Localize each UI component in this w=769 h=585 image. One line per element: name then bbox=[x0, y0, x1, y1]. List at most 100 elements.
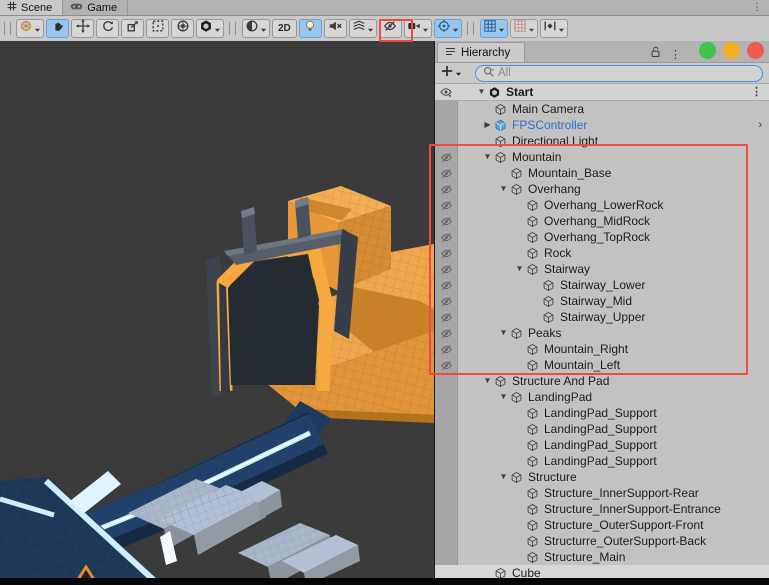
visibility-off-toggle[interactable] bbox=[435, 165, 457, 181]
tree-item-landingpad-support[interactable]: LandingPad_Support bbox=[435, 453, 769, 469]
snap-settings-button[interactable] bbox=[539, 19, 568, 38]
tab-hierarchy[interactable]: Hierarchy bbox=[437, 42, 526, 62]
tree-item-structure-outersupport-front[interactable]: Structure_OuterSupport-Front bbox=[435, 517, 769, 533]
tree-item-structure-innersupport-entrance[interactable]: Structure_InnerSupport-Entrance bbox=[435, 501, 769, 517]
tab-scene[interactable]: Scene bbox=[0, 0, 64, 15]
visibility-gutter-cell[interactable] bbox=[435, 373, 457, 389]
tree-item-main-camera[interactable]: Main Camera bbox=[435, 101, 769, 117]
scene-row-start[interactable]: ▼ Start ⋮ bbox=[435, 84, 769, 101]
mode-2d-button[interactable]: 2D bbox=[272, 19, 297, 38]
tree-item-structure-main[interactable]: Structure_Main bbox=[435, 549, 769, 565]
visibility-gutter-cell[interactable] bbox=[435, 405, 457, 421]
tree-item-landingpad-support[interactable]: LandingPad_Support bbox=[435, 437, 769, 453]
foldout-open-icon[interactable]: ▼ bbox=[457, 469, 510, 485]
visibility-gutter-cell[interactable] bbox=[435, 485, 457, 501]
unlock-icon[interactable] bbox=[650, 45, 661, 63]
tree-item-fpscontroller[interactable]: ▶ FPSController › bbox=[435, 117, 769, 133]
tree-item-directional-light[interactable]: Directional Light bbox=[435, 133, 769, 149]
tree-item-structure-and-pad[interactable]: ▼ Structure And Pad bbox=[435, 373, 769, 389]
grid-snapping-button[interactable] bbox=[509, 19, 538, 38]
visibility-gutter-cell[interactable] bbox=[435, 549, 457, 565]
visibility-off-toggle[interactable] bbox=[435, 245, 457, 261]
foldout-open-icon[interactable]: ▼ bbox=[457, 149, 494, 165]
visibility-off-toggle[interactable] bbox=[435, 213, 457, 229]
tree-item-structure-innersupport-rear[interactable]: Structure_InnerSupport-Rear bbox=[435, 485, 769, 501]
tree-item-landingpad[interactable]: ▼ LandingPad bbox=[435, 389, 769, 405]
rotate-tool-button[interactable] bbox=[96, 19, 119, 38]
visibility-gutter-cell[interactable] bbox=[435, 469, 457, 485]
visibility-off-toggle[interactable] bbox=[435, 229, 457, 245]
tree-item-stairway-lower[interactable]: Stairway_Lower bbox=[435, 277, 769, 293]
foldout-open-icon[interactable]: ▼ bbox=[457, 84, 488, 100]
gizmo-button[interactable] bbox=[433, 19, 462, 38]
visibility-off-toggle[interactable] bbox=[435, 293, 457, 309]
move-tool-button[interactable] bbox=[71, 19, 94, 38]
visibility-gutter-cell[interactable] bbox=[435, 133, 457, 149]
scene-visibility-button[interactable] bbox=[378, 19, 402, 38]
tree-item-overhang-midrock[interactable]: Overhang_MidRock bbox=[435, 213, 769, 229]
visibility-off-toggle[interactable] bbox=[435, 181, 457, 197]
search-input[interactable]: All bbox=[475, 64, 763, 82]
rect-tool-button[interactable] bbox=[146, 19, 169, 38]
visibility-off-toggle[interactable] bbox=[435, 149, 457, 165]
tree-item-mountain-base[interactable]: Mountain_Base bbox=[435, 165, 769, 181]
window-control-red[interactable] bbox=[747, 42, 764, 59]
effects-button[interactable] bbox=[348, 19, 377, 38]
panel-menu-icon[interactable]: ⋮ bbox=[670, 48, 681, 61]
transform-tool-button[interactable] bbox=[171, 19, 194, 38]
hand-tool-button[interactable] bbox=[46, 19, 69, 38]
scene-audio-button[interactable] bbox=[323, 19, 347, 38]
tree-item-rock[interactable]: Rock bbox=[435, 245, 769, 261]
scene-viewport[interactable] bbox=[0, 41, 435, 585]
foldout-open-icon[interactable]: ▼ bbox=[457, 325, 510, 341]
camera-button[interactable] bbox=[403, 19, 432, 38]
draw-mode-button[interactable] bbox=[242, 19, 270, 38]
foldout-open-icon[interactable]: ▼ bbox=[457, 181, 510, 197]
visibility-off-toggle[interactable] bbox=[435, 325, 457, 341]
foldout-open-icon[interactable]: ▼ bbox=[457, 261, 526, 277]
visibility-gutter-cell[interactable] bbox=[435, 501, 457, 517]
prefab-open-chevron-icon[interactable]: › bbox=[758, 117, 769, 133]
visibility-gutter-cell[interactable] bbox=[435, 453, 457, 469]
tree-item-overhang[interactable]: ▼ Overhang bbox=[435, 181, 769, 197]
tree-item-peaks[interactable]: ▼ Peaks bbox=[435, 325, 769, 341]
tree-item-landingpad-support[interactable]: LandingPad_Support bbox=[435, 405, 769, 421]
tree-item-overhang-toprock[interactable]: Overhang_TopRock bbox=[435, 229, 769, 245]
visibility-off-toggle[interactable] bbox=[435, 261, 457, 277]
tree-item-mountain-right[interactable]: Mountain_Right bbox=[435, 341, 769, 357]
visibility-off-toggle[interactable] bbox=[435, 357, 457, 373]
scene-visibility-toggle[interactable] bbox=[435, 84, 457, 100]
visibility-gutter-cell[interactable] bbox=[435, 533, 457, 549]
tree-item-mountain[interactable]: ▼ Mountain bbox=[435, 149, 769, 165]
visibility-off-toggle[interactable] bbox=[435, 197, 457, 213]
visibility-off-toggle[interactable] bbox=[435, 277, 457, 293]
visibility-gutter-cell[interactable] bbox=[435, 437, 457, 453]
tab-game[interactable]: Game bbox=[63, 0, 129, 15]
foldout-open-icon[interactable]: ▼ bbox=[457, 373, 494, 389]
visibility-gutter-cell[interactable] bbox=[435, 117, 457, 133]
add-object-button[interactable] bbox=[441, 64, 462, 82]
tree-item-overhang-lowerrock[interactable]: Overhang_LowerRock bbox=[435, 197, 769, 213]
visibility-off-toggle[interactable] bbox=[435, 309, 457, 325]
tree-item-landingpad-support[interactable]: LandingPad_Support bbox=[435, 421, 769, 437]
visibility-gutter-cell[interactable] bbox=[435, 389, 457, 405]
window-control-yellow[interactable] bbox=[723, 42, 740, 59]
tree-item-mountain-left[interactable]: Mountain_Left bbox=[435, 357, 769, 373]
custom-tool-button[interactable] bbox=[196, 19, 224, 38]
window-control-green[interactable] bbox=[699, 42, 716, 59]
tree-item-stairway-mid[interactable]: Stairway_Mid bbox=[435, 293, 769, 309]
tree-item-stairway[interactable]: ▼ Stairway bbox=[435, 261, 769, 277]
visibility-off-toggle[interactable] bbox=[435, 341, 457, 357]
scale-tool-button[interactable] bbox=[121, 19, 144, 38]
scene-options-icon[interactable]: ⋮ bbox=[751, 84, 769, 100]
tab-strip-menu-icon[interactable]: ⋮ bbox=[745, 0, 769, 15]
pivot-mode-button[interactable] bbox=[16, 19, 44, 38]
foldout-closed-icon[interactable]: ▶ bbox=[457, 117, 494, 133]
tree-item-structurre-outersupport-back[interactable]: Structurre_OuterSupport-Back bbox=[435, 533, 769, 549]
tree-item-stairway-upper[interactable]: Stairway_Upper bbox=[435, 309, 769, 325]
grid-visibility-button[interactable] bbox=[479, 19, 508, 38]
scene-lighting-button[interactable] bbox=[298, 19, 322, 38]
visibility-gutter-cell[interactable] bbox=[435, 101, 457, 117]
tree-item-structure[interactable]: ▼ Structure bbox=[435, 469, 769, 485]
visibility-gutter-cell[interactable] bbox=[435, 517, 457, 533]
